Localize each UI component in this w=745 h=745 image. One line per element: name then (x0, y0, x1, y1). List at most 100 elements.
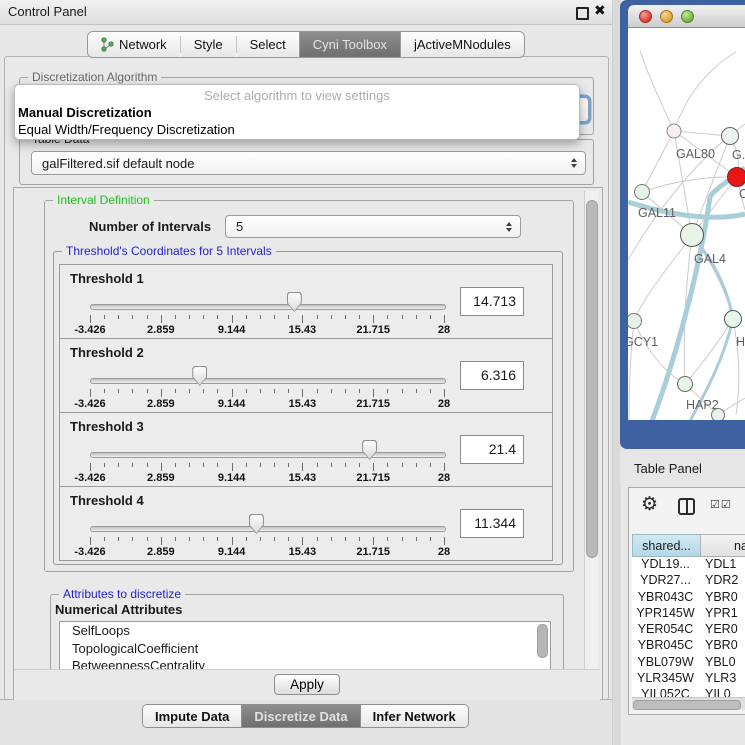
list-scrollbar-thumb[interactable] (537, 624, 548, 658)
network-window-titlebar[interactable] (628, 5, 745, 28)
slider-tick (189, 463, 190, 467)
table-cell[interactable]: YDL1 (705, 557, 736, 571)
apply-button[interactable]: Apply (274, 674, 340, 695)
table-row[interactable]: YBL079W YBL0 (632, 655, 745, 671)
table-cell[interactable]: YBR0 (705, 590, 738, 604)
number-of-intervals-select[interactable]: 5 (225, 215, 521, 238)
threshold-value-field[interactable]: 11.344 (460, 509, 524, 538)
tab-cyni-toolbox[interactable]: Cyni Toolbox (299, 32, 400, 57)
table-cell[interactable]: YER0 (705, 622, 738, 636)
select-columns-checkboxes-icon[interactable]: ☑☑ (710, 498, 732, 511)
table-cell[interactable]: YPR145W (632, 606, 699, 620)
float-window-icon[interactable] (576, 7, 589, 20)
table-row[interactable]: YLR345W YLR3 (632, 671, 745, 687)
table-cell[interactable]: YDR2 (705, 573, 738, 587)
network-node-GAL11[interactable] (635, 185, 650, 200)
table-cell[interactable]: YPR1 (705, 606, 738, 620)
threshold-value-field[interactable]: 14.713 (460, 287, 524, 316)
dropdown-hint: Select algorithm to view settings (15, 87, 579, 104)
network-edge (634, 235, 692, 321)
table-row[interactable]: YDL19... YDL1 (632, 557, 745, 573)
table-row[interactable]: YER054C YER0 (632, 622, 745, 638)
scrollbar-thumb[interactable] (586, 200, 598, 558)
cyni-toolbox-panel: Discretization Algorithm Select algorith… (4, 56, 609, 700)
table-cell[interactable]: YLR3 (705, 671, 736, 685)
slider-tick (175, 315, 176, 319)
settings-scroll-panel: Interval Definition Number of Intervals … (13, 187, 603, 700)
slider-tick (217, 389, 218, 393)
slider-track[interactable] (90, 378, 446, 384)
column-header-name[interactable]: na (700, 534, 745, 557)
network-node-GAL4[interactable] (681, 224, 704, 247)
table-row[interactable]: YDR27... YDR2 (632, 573, 745, 589)
network-node-H[interactable] (725, 311, 742, 328)
threshold-value-field[interactable]: 21.4 (460, 435, 524, 464)
close-icon[interactable]: ✖ (594, 3, 606, 19)
slider-tick (288, 463, 289, 467)
table-cell[interactable]: YDR27... (632, 573, 699, 587)
algorithm-option[interactable]: Equal Width/Frequency Discretization (15, 121, 579, 138)
horizontal-scrollbar-track[interactable] (632, 697, 745, 710)
network-node-unnamed[interactable] (712, 409, 725, 421)
table-row[interactable]: YBR045C YBR0 (632, 638, 745, 654)
slider-tick (147, 315, 148, 319)
table-cell[interactable]: YBL0 (705, 655, 736, 669)
settings-gear-icon[interactable]: ⚙ (641, 493, 658, 515)
table-cell[interactable]: YER054C (632, 622, 699, 636)
table-data-group: Table Data galFiltered.sif default node (19, 139, 594, 185)
algorithm-dropdown-popup: Select algorithm to view settings Manual… (14, 84, 580, 140)
algorithm-option[interactable]: Manual Discretization (15, 104, 579, 121)
table-cell[interactable]: YDL19... (632, 557, 699, 571)
slider-tick (302, 537, 303, 545)
table-cell[interactable]: YBL079W (632, 655, 699, 669)
tab-discretize-data[interactable]: Discretize Data (241, 705, 359, 727)
scrollbar-track[interactable] (584, 191, 598, 695)
numerical-attribute-item[interactable]: TopologicalCoefficient (60, 640, 550, 658)
slider-tick (387, 389, 388, 393)
tab-impute-data[interactable]: Impute Data (143, 705, 241, 727)
table-cell[interactable]: YBR0 (705, 638, 738, 652)
zoom-traffic-light-icon[interactable] (681, 10, 694, 23)
network-edge (692, 235, 733, 319)
slider-track[interactable] (90, 526, 446, 532)
tab-infer-network[interactable]: Infer Network (360, 705, 468, 727)
slider-tick (246, 315, 247, 319)
slider-tick (416, 389, 417, 393)
tab-label: Network (119, 37, 167, 52)
network-node-GCY1[interactable] (628, 314, 642, 329)
slider-track[interactable] (90, 304, 446, 310)
numerical-attribute-item[interactable]: SelfLoops (60, 622, 550, 640)
slider-tick (147, 389, 148, 393)
minimize-traffic-light-icon[interactable] (660, 10, 673, 23)
network-node-GAL80[interactable] (667, 124, 681, 138)
table-panel-titlebar: Table Panel (620, 449, 745, 486)
table-row[interactable]: YPR145W YPR1 (632, 606, 745, 622)
network-canvas[interactable]: GAL80G.CGAL11GAL4GCY1HHAP2 (628, 28, 745, 420)
close-traffic-light-icon[interactable] (639, 10, 652, 23)
tab-jactivemnodules[interactable]: jActiveMNodules (400, 32, 524, 57)
column-layout-icon[interactable] (678, 498, 695, 515)
slider-tick (387, 315, 388, 319)
slider-tick (232, 315, 233, 323)
threshold-value-field[interactable]: 6.316 (460, 361, 524, 390)
slider-tick-label: -3.426 (74, 324, 105, 336)
tab-style[interactable]: Style (181, 32, 236, 57)
column-header-shared[interactable]: shared... (632, 534, 701, 557)
network-node-C[interactable] (728, 168, 745, 187)
table-cell[interactable]: YBR045C (632, 638, 699, 652)
table-data-select[interactable]: galFiltered.sif default node (31, 151, 586, 175)
table-cell[interactable]: YBR043C (632, 590, 699, 604)
tab-network[interactable]: Network (88, 32, 180, 57)
tab-select[interactable]: Select (237, 32, 299, 57)
network-node-G.[interactable] (722, 128, 739, 145)
network-node-HAP2[interactable] (678, 377, 693, 392)
slider-track[interactable] (90, 452, 446, 458)
slider-tick (175, 463, 176, 467)
slider-tick (331, 537, 332, 541)
table-cell[interactable]: YLR345W (632, 671, 699, 685)
slider-tick-label: 15.43 (289, 398, 317, 410)
table-row[interactable]: YBR043C YBR0 (632, 590, 745, 606)
horizontal-scrollbar-thumb[interactable] (633, 700, 741, 710)
slider-tick (317, 537, 318, 541)
numerical-attributes-list[interactable]: SelfLoopsTopologicalCoefficientBetweenne… (59, 621, 551, 672)
